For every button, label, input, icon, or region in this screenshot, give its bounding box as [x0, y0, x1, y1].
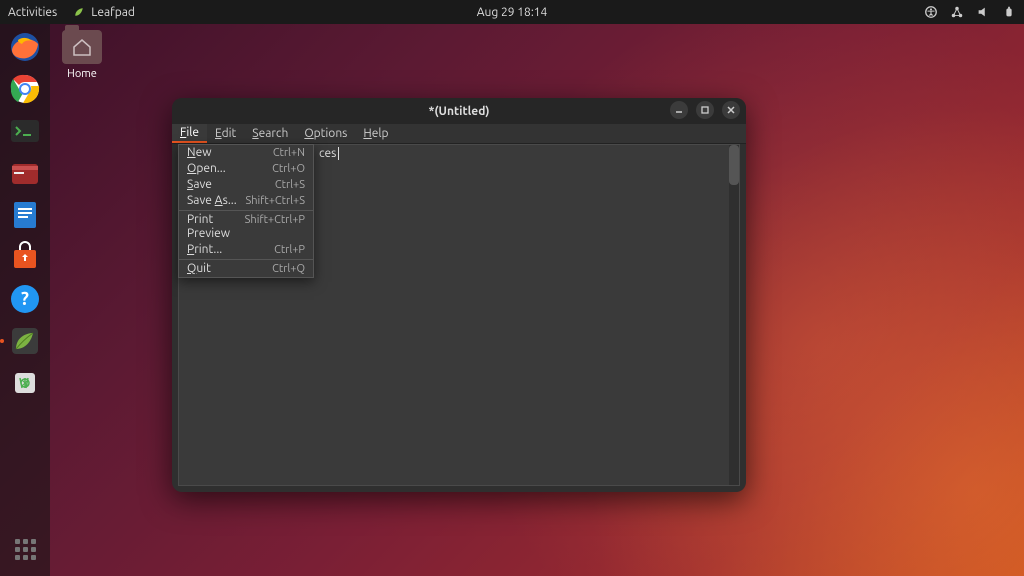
menu-item-label: Save: [187, 178, 212, 192]
menu-edit[interactable]: Edit: [207, 124, 244, 143]
top-bar: Activities Leafpad Aug 29 18:14: [0, 0, 1024, 24]
menu-item-save[interactable]: Save Ctrl+S: [179, 177, 313, 193]
window-titlebar[interactable]: *(Untitled): [172, 98, 746, 124]
menu-item-quit[interactable]: Quit Ctrl+Q: [179, 261, 313, 277]
dock-firefox[interactable]: [8, 30, 42, 64]
text-cursor: [338, 147, 339, 160]
menu-item-shortcut: Shift+Ctrl+S: [245, 194, 305, 208]
network-icon[interactable]: [950, 5, 964, 19]
dock-help[interactable]: ?: [8, 282, 42, 316]
dock-software[interactable]: [8, 240, 42, 274]
menu-item-open[interactable]: Open... Ctrl+O: [179, 161, 313, 177]
dock-libreoffice-writer[interactable]: [8, 198, 42, 232]
window-close-button[interactable]: [722, 101, 740, 119]
active-app-label: Leafpad: [91, 6, 135, 19]
clock[interactable]: Aug 29 18:14: [477, 6, 548, 19]
menu-item-shortcut: Ctrl+S: [275, 178, 305, 192]
menu-separator: [179, 210, 313, 211]
activities-button[interactable]: Activities: [8, 6, 57, 19]
menu-item-print[interactable]: Print... Ctrl+P: [179, 242, 313, 258]
menu-item-label: Print...: [187, 243, 222, 257]
dock-chrome[interactable]: [8, 72, 42, 106]
menu-separator: [179, 259, 313, 260]
dock-leafpad[interactable]: [8, 324, 42, 358]
menu-item-label: Print Preview: [187, 213, 245, 241]
menu-item-label: New: [187, 146, 212, 160]
menu-item-print-preview[interactable]: Print PreviewShift+Ctrl+P: [179, 212, 313, 242]
window-minimize-button[interactable]: [670, 101, 688, 119]
window-maximize-button[interactable]: [696, 101, 714, 119]
file-menu-dropdown: NewCtrl+NOpen...Ctrl+OSaveCtrl+SSave As.…: [178, 144, 314, 278]
active-app-indicator[interactable]: Leafpad: [73, 6, 135, 19]
menu-search[interactable]: Search: [244, 124, 296, 143]
vertical-scrollbar[interactable]: [729, 145, 739, 485]
menu-item-shortcut: Ctrl+Q: [272, 262, 305, 276]
menu-item-save-as[interactable]: Save As... Shift+Ctrl+S: [179, 193, 313, 209]
folder-icon: [62, 30, 102, 64]
leafpad-icon: [73, 6, 85, 18]
power-icon[interactable]: [1002, 5, 1016, 19]
dock: ?: [0, 24, 50, 576]
menu-item-shortcut: Ctrl+N: [273, 146, 305, 160]
leafpad-window: *(Untitled) File Edit Search Options Hel…: [172, 98, 746, 492]
menu-file[interactable]: File: [172, 124, 207, 143]
menu-item-shortcut: Ctrl+P: [274, 243, 305, 257]
menu-item-shortcut: Ctrl+O: [272, 162, 305, 176]
menu-item-label: Quit: [187, 262, 211, 276]
dock-terminal[interactable]: [8, 114, 42, 148]
menu-item-new[interactable]: New Ctrl+N: [179, 145, 313, 161]
menu-item-label: Open...: [187, 162, 226, 176]
dock-files[interactable]: [8, 156, 42, 190]
menu-item-shortcut: Shift+Ctrl+P: [245, 213, 305, 241]
menu-options[interactable]: Options: [296, 124, 355, 143]
menu-bar: File Edit Search Options Help: [172, 124, 746, 144]
dock-trash[interactable]: [8, 366, 42, 400]
desktop-home-label: Home: [62, 68, 102, 80]
window-title: *(Untitled): [428, 105, 489, 118]
svg-text:?: ?: [21, 289, 29, 309]
editor-content: ces: [319, 147, 336, 160]
accessibility-icon[interactable]: [924, 5, 938, 19]
menu-help[interactable]: Help: [355, 124, 396, 143]
volume-icon[interactable]: [976, 5, 990, 19]
desktop-home-folder[interactable]: Home: [62, 30, 102, 80]
menu-item-label: Save As...: [187, 194, 237, 208]
scrollbar-thumb[interactable]: [729, 145, 739, 185]
